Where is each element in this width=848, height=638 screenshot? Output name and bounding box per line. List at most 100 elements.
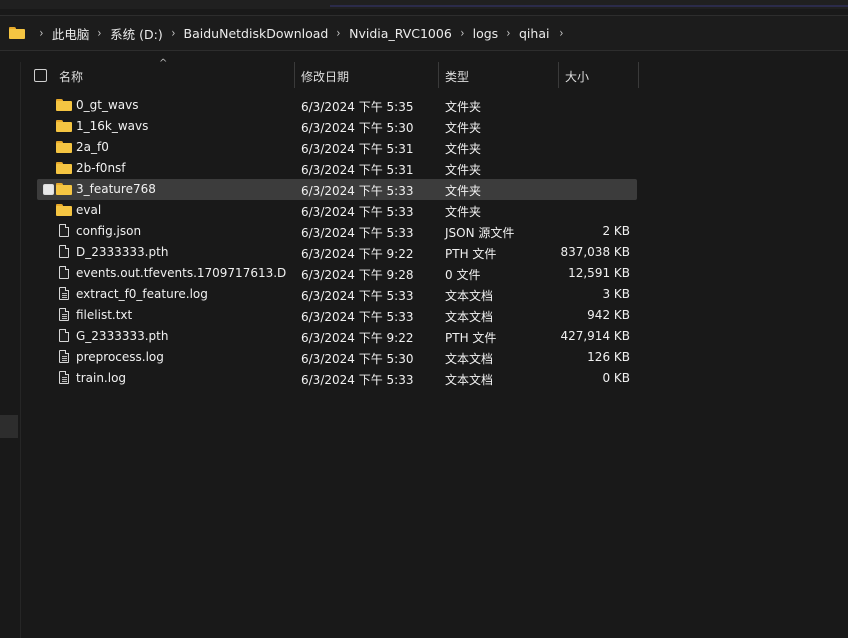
folder-row[interactable]: 1_16k_wavs 6/3/2024 下午 5:30 文件夹 <box>37 116 637 137</box>
file-type: 文件夹 <box>445 163 482 177</box>
file-type: 文件夹 <box>445 142 482 156</box>
file-type: PTH 文件 <box>445 331 497 345</box>
file-type: JSON 源文件 <box>445 226 515 240</box>
chevron-right-icon[interactable]: › <box>98 26 102 40</box>
text-file-icon <box>59 287 69 300</box>
chevron-right-icon[interactable]: › <box>337 26 341 40</box>
folder-row[interactable]: 2a_f0 6/3/2024 下午 5:31 文件夹 <box>37 137 637 158</box>
folder-row[interactable]: 3_feature768 6/3/2024 下午 5:33 文件夹 <box>37 179 637 200</box>
file-name: preprocess.log <box>76 350 164 364</box>
folder-icon <box>9 27 25 39</box>
file-size: 2 KB <box>602 224 630 238</box>
file-row[interactable]: filelist.txt 6/3/2024 下午 5:33 文本文档 942 KB <box>37 305 637 326</box>
column-header-size[interactable]: 大小 <box>565 68 589 85</box>
file-row[interactable]: extract_f0_feature.log 6/3/2024 下午 5:33 文本… <box>37 284 637 305</box>
breadcrumb-qihai[interactable]: qihai <box>519 26 549 41</box>
row-checkbox[interactable] <box>43 184 54 195</box>
column-header-type[interactable]: 类型 <box>445 68 469 85</box>
file-icon <box>59 224 69 237</box>
file-row[interactable]: D_2333333.pth 6/3/2024 下午 9:22 PTH 文件 837,0… <box>37 242 637 263</box>
column-divider[interactable] <box>438 62 439 88</box>
column-divider[interactable] <box>558 62 559 88</box>
file-type: 文件夹 <box>445 184 482 198</box>
text-file-icon <box>59 308 69 321</box>
file-row[interactable]: train.log 6/3/2024 下午 5:33 文本文档 0 KB <box>37 368 637 389</box>
file-row[interactable]: events.out.tfevents.1709717613.DE... 6/3/… <box>37 263 637 284</box>
file-modified-date: 6/3/2024 下午 5:33 <box>301 310 414 324</box>
folder-row[interactable]: eval 6/3/2024 下午 5:33 文件夹 <box>37 200 637 221</box>
file-type: 文件夹 <box>445 205 482 219</box>
file-modified-date: 6/3/2024 下午 5:30 <box>301 121 414 135</box>
sort-ascending-icon: ^ <box>159 58 168 69</box>
file-modified-date: 6/3/2024 下午 9:22 <box>301 247 414 261</box>
file-modified-date: 6/3/2024 下午 5:33 <box>301 373 414 387</box>
file-modified-date: 6/3/2024 下午 5:33 <box>301 289 414 303</box>
breadcrumb-drive-d[interactable]: 系统 (D:) <box>110 24 163 43</box>
folder-icon <box>56 204 72 216</box>
chevron-right-icon[interactable]: › <box>39 26 43 40</box>
select-all-checkbox[interactable] <box>34 69 47 82</box>
chevron-right-icon[interactable]: › <box>507 26 511 40</box>
file-modified-date: 6/3/2024 下午 5:33 <box>301 205 414 219</box>
text-file-icon <box>59 350 69 363</box>
file-size: 3 KB <box>602 287 630 301</box>
file-type: 文件夹 <box>445 100 482 114</box>
file-modified-date: 6/3/2024 下午 5:31 <box>301 142 414 156</box>
file-modified-date: 6/3/2024 下午 5:33 <box>301 184 414 198</box>
folder-icon <box>56 183 72 195</box>
file-size: 942 KB <box>587 308 630 322</box>
file-size: 0 KB <box>602 371 630 385</box>
text-file-icon <box>59 371 69 384</box>
column-header: ^ 名称 修改日期 类型 大小 <box>22 58 848 88</box>
file-name: 1_16k_wavs <box>76 119 149 133</box>
chevron-right-icon[interactable]: › <box>460 26 464 40</box>
file-row[interactable]: preprocess.log 6/3/2024 下午 5:30 文本文档 126 KB <box>37 347 637 368</box>
file-name: config.json <box>76 224 142 238</box>
file-type: 文本文档 <box>445 352 494 366</box>
folder-row[interactable]: 0_gt_wavs 6/3/2024 下午 5:35 文件夹 <box>37 95 637 116</box>
file-type: 文本文档 <box>445 373 494 387</box>
file-name: 2a_f0 <box>76 140 109 154</box>
folder-icon <box>56 141 72 153</box>
navigation-pane-scroll-thumb[interactable] <box>0 415 18 438</box>
file-list: 0_gt_wavs 6/3/2024 下午 5:35 文件夹 1_16k_wavs 6/… <box>37 95 637 389</box>
column-divider[interactable] <box>638 62 639 88</box>
file-name: 2b-f0nsf <box>76 161 126 175</box>
breadcrumb-logs[interactable]: logs <box>473 26 499 41</box>
file-name: D_2333333.pth <box>76 245 169 259</box>
file-icon <box>59 245 69 258</box>
file-name: extract_f0_feature.log <box>76 287 208 301</box>
file-name: train.log <box>76 371 127 385</box>
chevron-right-icon[interactable]: › <box>171 26 175 40</box>
file-row[interactable]: config.json 6/3/2024 下午 5:33 JSON 源文件 2 KB <box>37 221 637 242</box>
chevron-right-icon[interactable]: › <box>560 26 564 40</box>
file-type: 文本文档 <box>445 289 494 303</box>
address-bar[interactable]: › 此电脑 › 系统 (D:) › BaiduNetdiskDownload ›… <box>0 15 848 51</box>
file-row[interactable]: G_2333333.pth 6/3/2024 下午 9:22 PTH 文件 427,9… <box>37 326 637 347</box>
file-type: PTH 文件 <box>445 247 497 261</box>
file-modified-date: 6/3/2024 下午 9:28 <box>301 268 414 282</box>
breadcrumb-baidunetdiskdownload[interactable]: BaiduNetdiskDownload <box>184 26 329 41</box>
file-name: 3_feature768 <box>76 182 156 196</box>
breadcrumb-nvidia-rvc1006[interactable]: Nvidia_RVC1006 <box>349 26 452 41</box>
file-size: 837,038 KB <box>560 245 630 259</box>
file-name: filelist.txt <box>76 308 133 322</box>
file-size: 427,914 KB <box>560 329 630 343</box>
file-name: eval <box>76 203 102 217</box>
breadcrumb-this-pc[interactable]: 此电脑 <box>52 24 90 43</box>
navigation-pane[interactable] <box>0 62 21 638</box>
column-header-name[interactable]: 名称 <box>59 68 83 85</box>
column-header-date[interactable]: 修改日期 <box>301 68 349 85</box>
file-type: 文本文档 <box>445 310 494 324</box>
file-modified-date: 6/3/2024 下午 5:35 <box>301 100 414 114</box>
column-divider[interactable] <box>294 62 295 88</box>
file-size: 126 KB <box>587 350 630 364</box>
folder-icon <box>56 162 72 174</box>
file-icon <box>59 266 69 279</box>
folder-icon <box>56 120 72 132</box>
folder-icon <box>56 99 72 111</box>
file-modified-date: 6/3/2024 下午 5:30 <box>301 352 414 366</box>
title-bar-accent <box>330 5 848 7</box>
file-modified-date: 6/3/2024 下午 5:33 <box>301 226 414 240</box>
folder-row[interactable]: 2b-f0nsf 6/3/2024 下午 5:31 文件夹 <box>37 158 637 179</box>
